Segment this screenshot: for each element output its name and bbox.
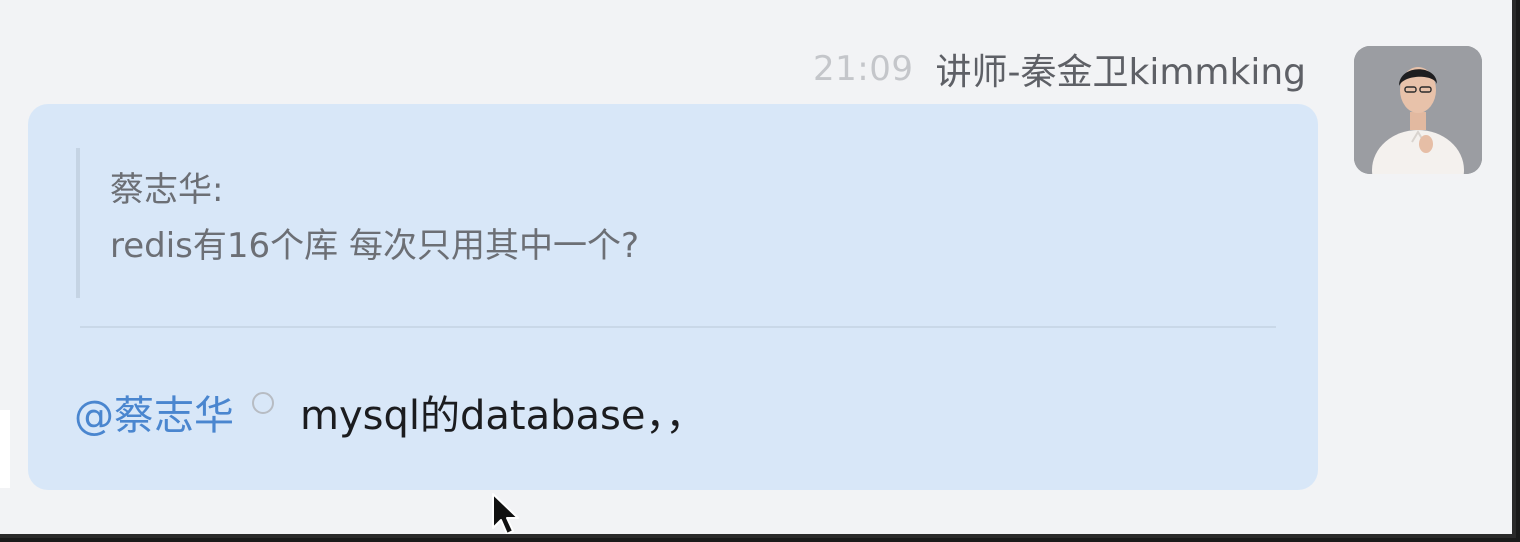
left-panel-edge bbox=[0, 410, 10, 488]
message-header: 21:09 讲师-秦金卫kimmking bbox=[813, 44, 1306, 94]
mouse-pointer-icon bbox=[492, 493, 519, 534]
sender-name[interactable]: 讲师-秦金卫kimmking bbox=[936, 43, 1307, 95]
quote-divider bbox=[80, 326, 1276, 328]
reply-line: @蔡志华 mysql的database，， bbox=[74, 380, 705, 444]
person-avatar-icon bbox=[1354, 46, 1482, 174]
quote-author: 蔡志华: bbox=[110, 170, 224, 210]
mention-link[interactable]: @蔡志华 bbox=[74, 383, 234, 441]
quoted-message[interactable]: 蔡志华: redis有16个库 每次只用其中一个? bbox=[76, 148, 1276, 298]
avatar[interactable] bbox=[1354, 46, 1482, 174]
message-timestamp: 21:09 bbox=[813, 49, 914, 89]
message-bubble[interactable]: 蔡志华: redis有16个库 每次只用其中一个? @蔡志华 mysql的dat… bbox=[28, 104, 1318, 490]
quote-text: redis有16个库 每次只用其中一个? bbox=[110, 226, 640, 266]
reply-text: mysql的database，， bbox=[300, 393, 706, 439]
chat-window: 21:09 讲师-秦金卫kimmking 蔡志华: redis有16个库 每次只… bbox=[0, 0, 1516, 538]
read-status-circle-icon bbox=[252, 392, 274, 414]
